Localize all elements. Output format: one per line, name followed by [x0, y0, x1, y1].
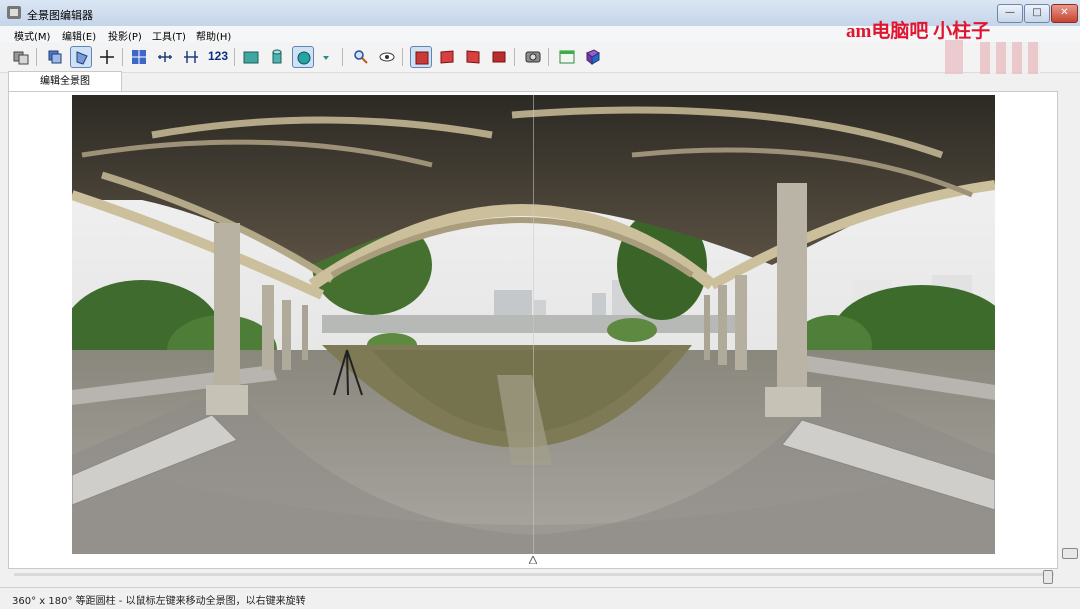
image-icon[interactable] — [240, 46, 262, 68]
watermark-blur — [945, 40, 963, 74]
cylinder-icon[interactable] — [266, 46, 288, 68]
toolbar: 123 — [0, 42, 1080, 73]
close-button[interactable]: ✕ — [1051, 4, 1078, 23]
frame-4-icon[interactable] — [488, 46, 510, 68]
menu-projection[interactable]: 投影(P) — [108, 28, 142, 43]
sphere-icon[interactable] — [292, 46, 314, 68]
numbering-button[interactable]: 123 — [208, 49, 228, 63]
app-icon — [7, 6, 21, 19]
grid-icon[interactable] — [128, 46, 150, 68]
window-icon[interactable] — [556, 46, 578, 68]
window-title: 全景图编辑器 — [27, 9, 93, 22]
status-text: 360° x 180° 等距圆柱 - 以鼠标左键来移动全景图，以右键来旋转 — [12, 596, 306, 607]
dropdown-arrow-icon[interactable] — [318, 46, 332, 68]
crosshair-icon[interactable] — [96, 46, 118, 68]
layers-icon[interactable] — [44, 46, 66, 68]
vertical-scroll-thumb[interactable] — [1062, 548, 1078, 559]
maximize-button[interactable]: □ — [1024, 4, 1050, 23]
frame-1-icon[interactable] — [410, 46, 432, 68]
tab-edit-panorama[interactable]: 编辑全景图 — [8, 71, 122, 92]
menu-mode[interactable]: 模式(M) — [14, 28, 50, 43]
horizontal-icon[interactable] — [154, 46, 176, 68]
watermark: am电脑吧 小柱子 — [846, 21, 991, 42]
center-marker-icon[interactable] — [529, 556, 537, 564]
center-guide-line — [533, 95, 534, 554]
book-icon[interactable] — [582, 46, 604, 68]
select-icon[interactable] — [70, 46, 92, 68]
zoom-icon[interactable] — [350, 46, 372, 68]
menu-help[interactable]: 帮助(H) — [196, 28, 231, 43]
horizontal-scrollbar[interactable] — [14, 570, 1054, 584]
vertical-icon[interactable] — [180, 46, 202, 68]
view-icon[interactable] — [376, 46, 398, 68]
frame-2-icon[interactable] — [436, 46, 458, 68]
horizontal-scroll-thumb[interactable] — [1043, 570, 1053, 584]
watermark-blur — [980, 42, 1040, 74]
capture-icon[interactable] — [522, 46, 544, 68]
status-bar: 360° x 180° 等距圆柱 - 以鼠标左键来移动全景图，以右键来旋转 — [0, 587, 1080, 609]
frame-3-icon[interactable] — [462, 46, 484, 68]
menu-tools[interactable]: 工具(T) — [152, 28, 186, 43]
settings-icon[interactable] — [10, 46, 32, 68]
minimize-button[interactable]: — — [997, 4, 1023, 23]
menu-edit[interactable]: 编辑(E) — [62, 28, 96, 43]
